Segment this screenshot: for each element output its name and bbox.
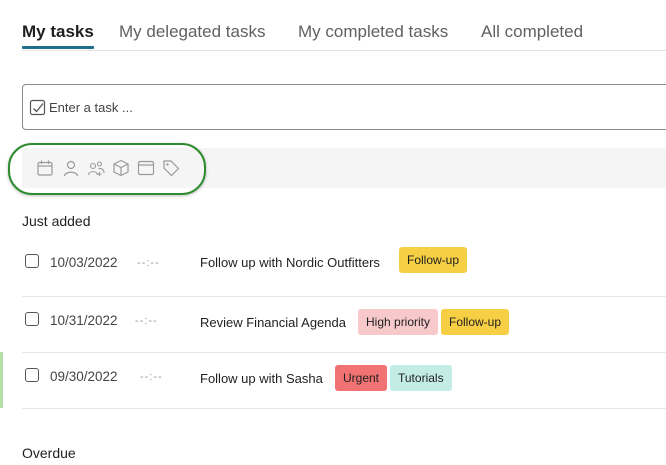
tab-my-delegated-tasks[interactable]: My delegated tasks — [119, 22, 265, 42]
task-due-time: --:-- — [137, 257, 160, 269]
task-due-time: --:-- — [135, 315, 158, 327]
task-due-time: --:-- — [140, 371, 163, 383]
tag-urgent[interactable]: Urgent — [335, 365, 388, 391]
task-row[interactable]: 09/30/2022 --:-- Follow up with Sasha Ur… — [22, 352, 666, 409]
row-accent-bar — [0, 352, 3, 408]
task-checkbox[interactable] — [25, 312, 39, 326]
task-due-date: 10/31/2022 — [50, 313, 118, 328]
task-input[interactable] — [49, 97, 449, 117]
task-row[interactable]: 10/03/2022 --:-- Follow up with Nordic O… — [22, 240, 666, 297]
task-title[interactable]: Follow up with Sasha — [200, 371, 323, 386]
task-checkbox[interactable] — [25, 368, 39, 382]
tag-tutorials[interactable]: Tutorials — [390, 365, 452, 391]
calendar-icon[interactable] — [36, 159, 54, 177]
window-icon[interactable] — [137, 159, 155, 177]
tag-high-priority[interactable]: High priority — [358, 309, 439, 335]
task-due-date: 09/30/2022 — [50, 369, 118, 384]
tag-icon[interactable] — [162, 159, 180, 177]
checkbox-icon — [29, 99, 46, 116]
tab-my-completed-tasks[interactable]: My completed tasks — [298, 22, 448, 42]
tab-bar: My tasks My delegated tasks My completed… — [22, 0, 666, 51]
task-title[interactable]: Follow up with Nordic Outfitters — [200, 255, 380, 270]
tag-follow-up[interactable]: Follow-up — [441, 309, 510, 335]
tab-my-tasks[interactable]: My tasks — [22, 22, 94, 42]
task-checkbox[interactable] — [25, 254, 39, 268]
people-icon[interactable] — [87, 159, 105, 177]
section-title-overdue: Overdue — [22, 445, 76, 461]
tag-follow-up[interactable]: Follow-up — [399, 247, 468, 273]
box-icon[interactable] — [112, 159, 130, 177]
person-icon[interactable] — [62, 159, 80, 177]
tab-all-completed[interactable]: All completed — [481, 22, 583, 42]
section-title-just-added: Just added — [22, 213, 91, 229]
task-due-date: 10/03/2022 — [50, 255, 118, 270]
task-row[interactable]: 10/31/2022 --:-- Review Financial Agenda… — [22, 296, 666, 353]
task-entry-box[interactable] — [22, 84, 666, 130]
active-tab-indicator — [22, 46, 94, 49]
task-title[interactable]: Review Financial Agenda — [200, 315, 346, 330]
